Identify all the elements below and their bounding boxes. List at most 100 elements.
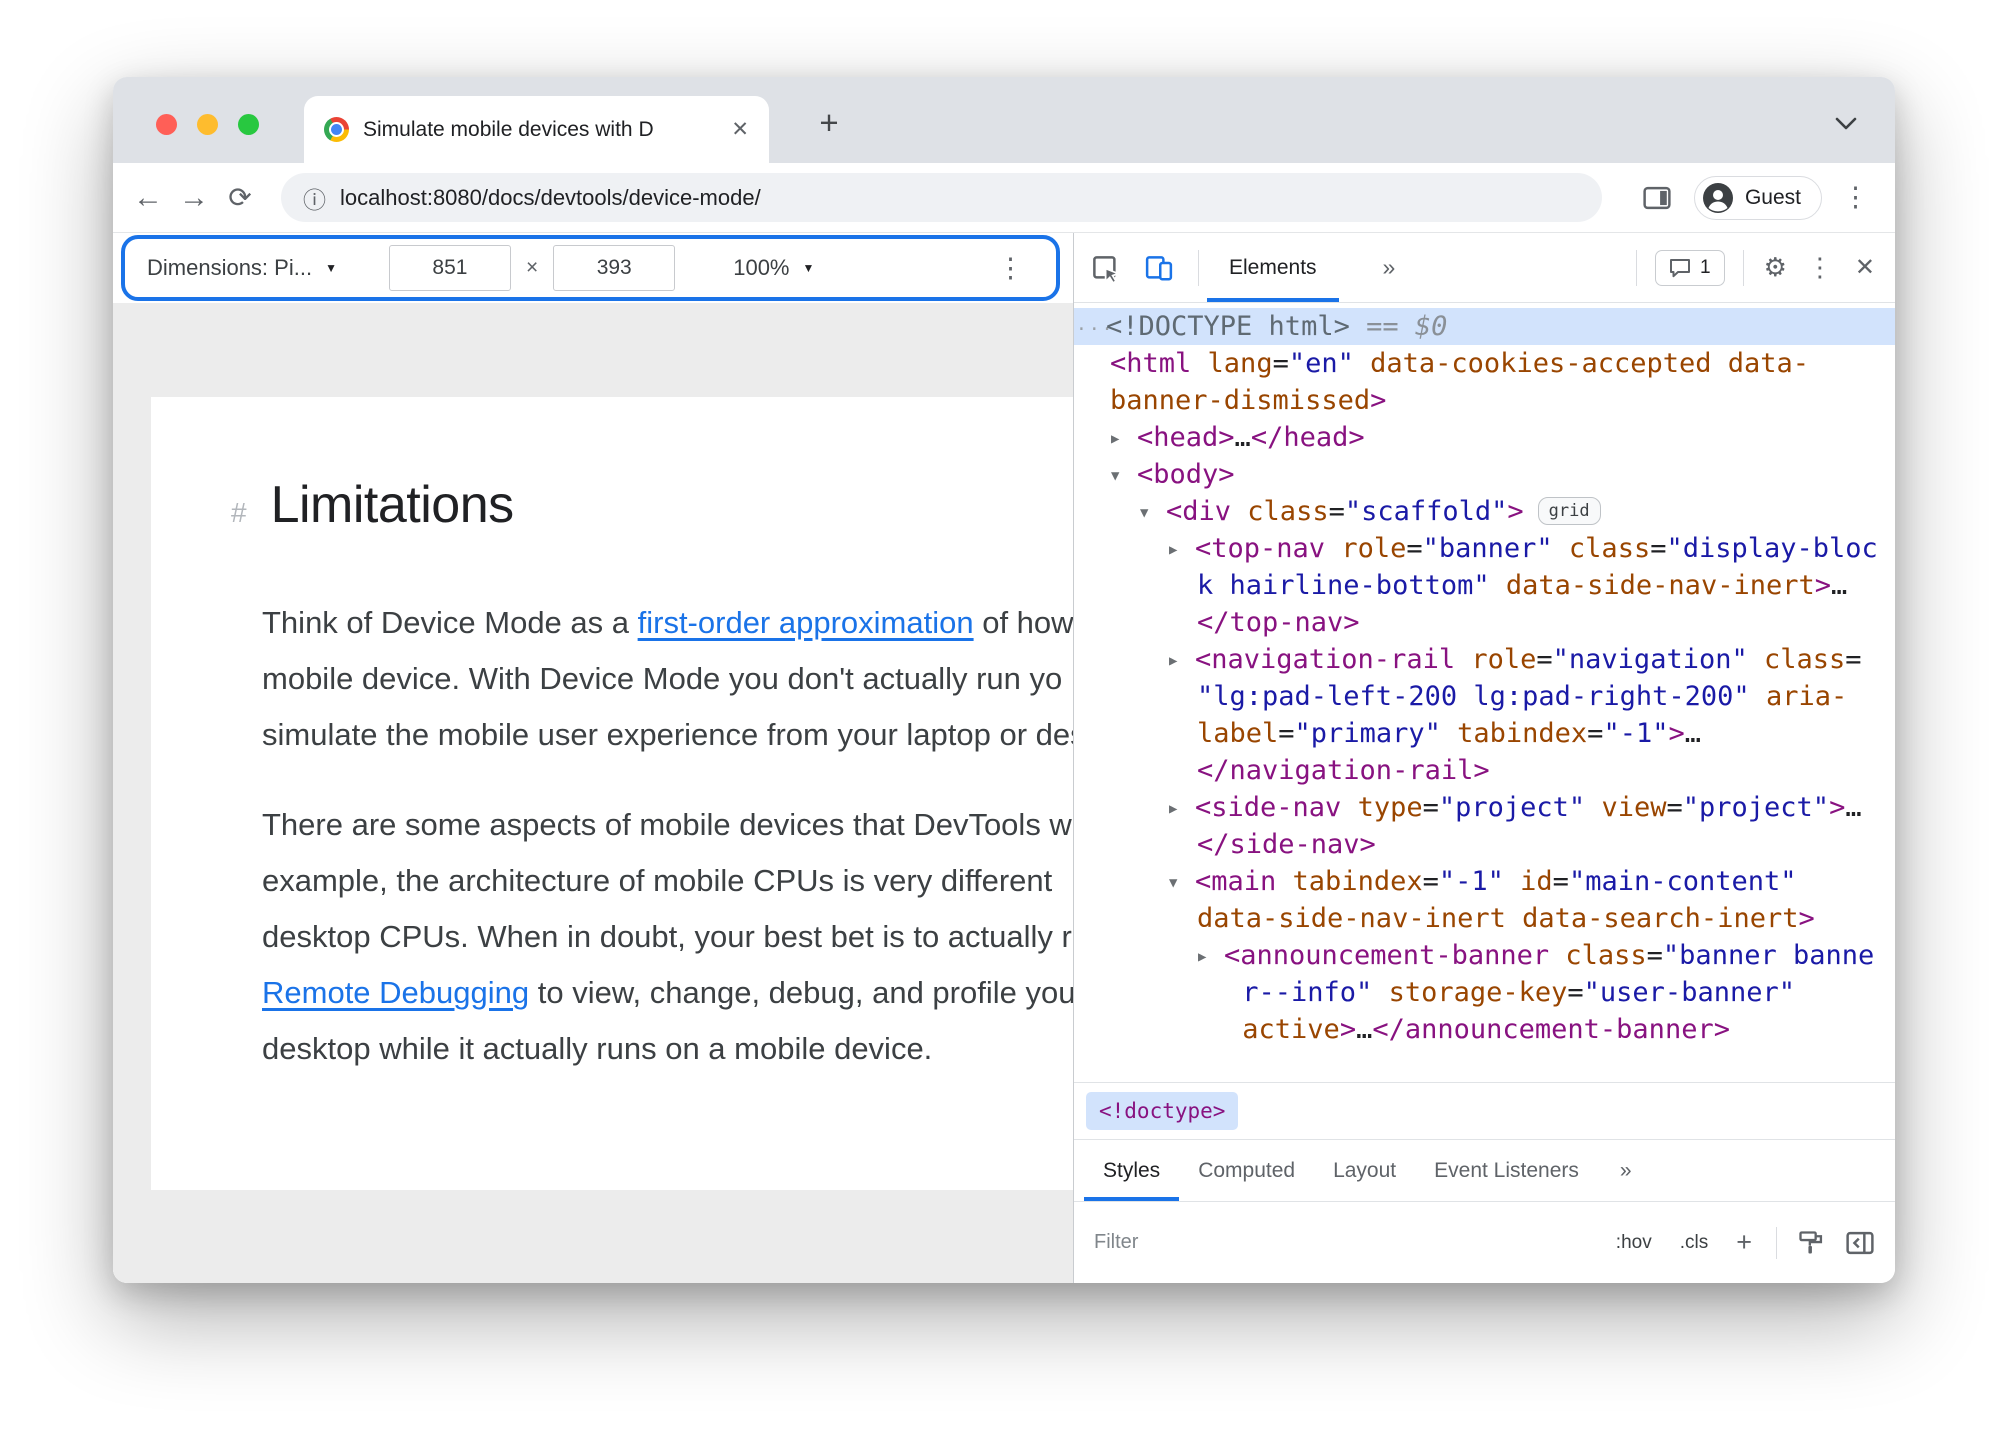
code-token: … xyxy=(1234,422,1251,453)
forward-button[interactable]: → xyxy=(171,181,217,215)
zoom-dropdown[interactable]: 100% xyxy=(733,255,789,281)
devtools-close-icon[interactable]: ✕ xyxy=(1855,253,1875,282)
twisty-closed-icon[interactable]: ▶ xyxy=(1169,532,1195,569)
inline-link[interactable]: Remote Debugging xyxy=(262,975,529,1010)
code-token: > xyxy=(1798,903,1815,934)
twisty-closed-icon[interactable]: ▶ xyxy=(1198,939,1224,976)
code-token: <html xyxy=(1110,348,1192,379)
viewport-width-input[interactable] xyxy=(388,245,511,291)
dimensions-multiply-sign: × xyxy=(525,256,539,279)
inline-link[interactable]: first-order approximation xyxy=(638,605,974,640)
code-token: <head> xyxy=(1137,422,1235,453)
dom-tree-row[interactable]: <html lang="en" data-cookies-accepted da… xyxy=(1074,345,1895,382)
code-token: = xyxy=(1406,533,1423,564)
dom-tree-row[interactable]: ▼ <div class="scaffold"> grid xyxy=(1074,493,1895,530)
paragraph-line: Think of Device Mode as a first-order ap… xyxy=(262,595,1073,651)
dom-tree-row[interactable]: label="primary" tabindex="-1">… xyxy=(1074,715,1895,752)
viewport-height-input[interactable] xyxy=(553,245,676,291)
dom-tree-row[interactable]: ▶ <head>…</head> xyxy=(1074,419,1895,456)
code-token: <div xyxy=(1166,496,1232,527)
zoom-window-button[interactable] xyxy=(238,114,259,135)
dom-tree-row[interactable]: ▼ <body> xyxy=(1074,456,1895,493)
code-token: <body> xyxy=(1137,459,1235,490)
dom-tree-row[interactable]: ···<!DOCTYPE html> == $0 xyxy=(1074,308,1895,345)
new-tab-button[interactable]: + xyxy=(807,104,851,142)
dom-tree-row[interactable]: data-side-nav-inert data-search-inert> xyxy=(1074,900,1895,937)
tab-styles[interactable]: Styles xyxy=(1084,1140,1179,1201)
device-toolbar: Dimensions: Pi... ▼ × 100% ▼ ⋮ xyxy=(113,233,1073,303)
inspect-element-icon[interactable] xyxy=(1090,253,1121,284)
dropdown-caret-icon[interactable]: ▼ xyxy=(325,261,337,275)
twisty-closed-icon[interactable]: ▶ xyxy=(1169,643,1195,680)
grid-badge[interactable]: grid xyxy=(1537,497,1601,525)
chevron-down-icon[interactable] xyxy=(1835,117,1857,136)
close-window-button[interactable] xyxy=(156,114,177,135)
issues-counter[interactable]: 1 xyxy=(1655,249,1725,286)
devtools-menu-icon[interactable]: ⋮ xyxy=(1807,252,1833,283)
more-tabs-icon[interactable]: » xyxy=(1608,1140,1644,1201)
code-token: > xyxy=(1339,1014,1357,1045)
new-style-rule-button[interactable]: + xyxy=(1736,1227,1752,1258)
dom-tree-row[interactable]: </navigation-rail> xyxy=(1074,752,1895,789)
dom-tree-row[interactable]: banner-dismissed> xyxy=(1074,382,1895,419)
toolbar-divider xyxy=(1198,249,1199,286)
dom-tree-row[interactable]: </top-nav> xyxy=(1074,604,1895,641)
more-panels-icon[interactable]: » xyxy=(1383,254,1396,281)
styles-filter-input[interactable] xyxy=(1094,1231,1588,1254)
code-token: data-side-nav-inert xyxy=(1505,570,1815,601)
toggle-classes-button[interactable]: .cls xyxy=(1680,1232,1709,1254)
dom-tree-row[interactable]: ▶ <navigation-rail role="navigation" clas… xyxy=(1074,641,1895,678)
url-text: localhost:8080/docs/devtools/device-mode… xyxy=(340,184,761,210)
dom-tree-row[interactable]: active>…</announcement-banner> xyxy=(1074,1011,1895,1048)
dimensions-dropdown[interactable]: Dimensions: Pi... xyxy=(147,255,312,281)
code-token: view xyxy=(1601,792,1667,823)
tab-elements[interactable]: Elements xyxy=(1207,233,1339,302)
dom-tree-row[interactable]: </side-nav> xyxy=(1074,826,1895,863)
toggle-pseudo-button[interactable]: :hov xyxy=(1616,1232,1652,1254)
back-button[interactable]: ← xyxy=(125,181,171,215)
side-panel-icon[interactable] xyxy=(1642,185,1672,211)
twisty-closed-icon[interactable]: ▶ xyxy=(1111,421,1137,458)
dom-tree-row[interactable]: k hairline-bottom" data-side-nav-inert>… xyxy=(1074,567,1895,604)
twisty-open-icon[interactable]: ▼ xyxy=(1111,458,1137,495)
address-bar[interactable]: ⓘ localhost:8080/docs/devtools/device-mo… xyxy=(281,173,1602,222)
settings-gear-icon[interactable]: ⚙ xyxy=(1764,252,1787,283)
breadcrumb: <!doctype> xyxy=(1074,1082,1895,1139)
code-token: "project" xyxy=(1682,792,1830,823)
tab-title: Simulate mobile devices with D xyxy=(363,117,654,141)
dom-tree-row[interactable]: ▶ <top-nav role="banner" class="display-b… xyxy=(1074,530,1895,567)
dom-tree-row[interactable]: ▼ <main tabindex="-1" id="main-content" xyxy=(1074,863,1895,900)
dom-tree-row[interactable]: ▶ <side-nav type="project" view="project"… xyxy=(1074,789,1895,826)
device-toolbar-menu-icon[interactable]: ⋮ xyxy=(997,253,1024,284)
toggle-sidebar-icon[interactable] xyxy=(1845,1230,1875,1256)
toggle-device-toolbar-icon[interactable] xyxy=(1144,253,1174,283)
dom-tree-row[interactable]: r--info" storage-key="user-banner" xyxy=(1074,974,1895,1011)
tab-close-icon[interactable]: ✕ xyxy=(731,117,749,142)
heading-anchor-hash[interactable]: # xyxy=(231,497,247,529)
site-info-icon[interactable]: ⓘ xyxy=(303,181,326,215)
code-token: <side-nav xyxy=(1195,792,1342,823)
tab-event-listeners[interactable]: Event Listeners xyxy=(1415,1140,1598,1201)
browser-menu-icon[interactable]: ⋮ xyxy=(1842,182,1869,213)
zoom-caret-icon[interactable]: ▼ xyxy=(803,261,815,275)
breadcrumb-doctype[interactable]: <!doctype> xyxy=(1086,1092,1239,1130)
twisty-open-icon[interactable]: ▼ xyxy=(1169,865,1195,902)
twisty-open-icon[interactable]: ▼ xyxy=(1140,495,1166,532)
minimize-window-button[interactable] xyxy=(197,114,218,135)
reload-button[interactable]: ⟳ xyxy=(217,181,263,214)
dom-tree-row[interactable]: ▶ <announcement-banner class="banner bann… xyxy=(1074,937,1895,974)
twisty-closed-icon[interactable]: ▶ xyxy=(1169,791,1195,828)
code-token: "-1" xyxy=(1438,866,1504,897)
tab-layout[interactable]: Layout xyxy=(1314,1140,1415,1201)
paragraph-line: desktop while it actually runs on a mobi… xyxy=(262,1021,1073,1077)
paint-roller-icon[interactable] xyxy=(1797,1229,1825,1257)
page-viewport: # Limitations Think of Device Mode as a … xyxy=(151,397,1073,1190)
tab-computed[interactable]: Computed xyxy=(1179,1140,1314,1201)
profile-chip[interactable]: Guest xyxy=(1693,175,1822,220)
browser-tab[interactable]: Simulate mobile devices with D ✕ xyxy=(304,96,769,163)
browser-window: Simulate mobile devices with D ✕ + ← → ⟳… xyxy=(113,77,1895,1283)
dom-tree-row[interactable]: "lg:pad-left-200 lg:pad-right-200" aria- xyxy=(1074,678,1895,715)
